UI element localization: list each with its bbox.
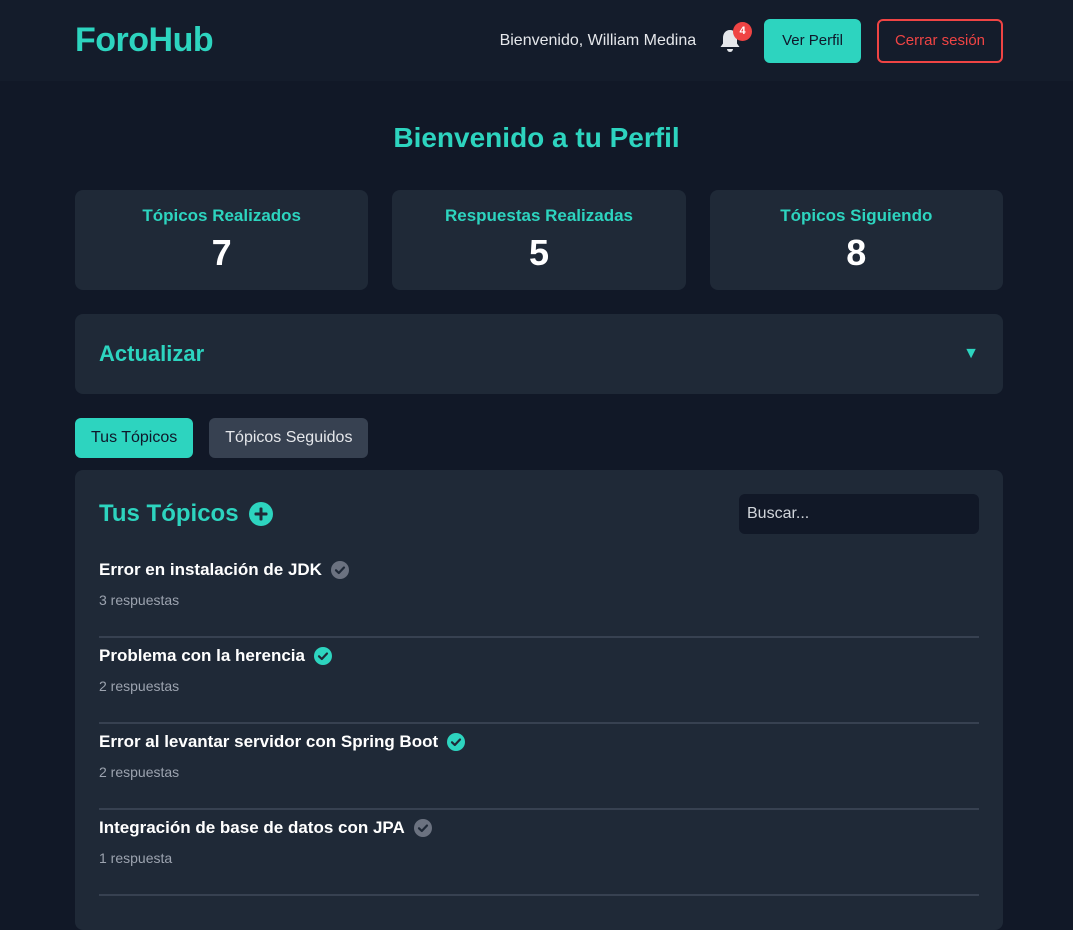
topics-header: Tus Tópicos bbox=[99, 494, 979, 534]
topic-tabs: Tus Tópicos Tópicos Seguidos bbox=[75, 418, 369, 458]
search-input[interactable] bbox=[739, 494, 979, 534]
topics-panel: Tus Tópicos Error en instalación de JDK … bbox=[75, 470, 1003, 930]
topic-reply-count: 1 respuesta bbox=[99, 850, 173, 866]
page-title: Bienvenido a tu Perfil bbox=[393, 122, 680, 153]
nav-actions: Bienvenido, William Medina 4 Ver Perfil … bbox=[499, 18, 1003, 63]
topics-title-wrap: Tus Tópicos bbox=[99, 500, 273, 528]
check-circle-icon bbox=[447, 733, 466, 751]
topic-title: Error en instalación de JDK bbox=[99, 560, 322, 579]
tab-my-topics[interactable]: Tus Tópicos bbox=[75, 418, 194, 458]
navbar: ForoHub Bienvenido, William Medina 4 Ver… bbox=[0, 0, 1073, 81]
list-item[interactable]: Error en instalación de JDK 3 respuestas bbox=[99, 552, 979, 638]
topic-reply-count: 2 respuestas bbox=[99, 764, 180, 780]
stat-value: 7 bbox=[211, 232, 232, 273]
topics-title: Tus Tópicos bbox=[99, 500, 239, 527]
stat-card-following: Tópicos Siguiendo 8 bbox=[709, 190, 1003, 290]
list-item[interactable]: Error al levantar servidor con Spring Bo… bbox=[99, 724, 979, 810]
topic-title: Integración de base de datos con JPA bbox=[99, 818, 405, 837]
topic-reply-count: 3 respuestas bbox=[99, 592, 180, 608]
topic-title-row: Problema con la herencia bbox=[99, 646, 979, 666]
list-item[interactable]: Integración de base de datos con JPA 1 r… bbox=[99, 810, 979, 896]
stat-label: Tópicos Siguiendo bbox=[780, 206, 933, 225]
topic-reply-count: 2 respuestas bbox=[99, 678, 180, 694]
topic-title-row: Error en instalación de JDK bbox=[99, 560, 979, 580]
tab-followed-topics[interactable]: Tópicos Seguidos bbox=[209, 418, 369, 458]
view-profile-button[interactable]: Ver Perfil bbox=[764, 18, 861, 63]
stat-card-topics: Tópicos Realizados 7 bbox=[75, 190, 369, 290]
stat-card-answers: Respuestas Realizadas 5 bbox=[392, 190, 686, 290]
update-title: Actualizar bbox=[99, 341, 205, 366]
topic-title: Problema con la herencia bbox=[99, 646, 305, 665]
stat-value: 5 bbox=[528, 232, 549, 273]
stat-label: Respuestas Realizadas bbox=[444, 206, 634, 225]
notification-badge: 4 bbox=[733, 21, 753, 41]
brand-logo[interactable]: ForoHub bbox=[75, 21, 214, 60]
topic-title-row: Integración de base de datos con JPA bbox=[99, 818, 979, 838]
check-circle-icon bbox=[313, 647, 332, 665]
update-accordion[interactable]: Actualizar ▼ bbox=[75, 314, 1003, 394]
topic-title: Error al levantar servidor con Spring Bo… bbox=[99, 732, 439, 751]
stats-row: Tópicos Realizados 7 Respuestas Realizad… bbox=[75, 190, 1003, 290]
notifications-button[interactable]: 4 bbox=[718, 21, 753, 54]
list-item[interactable]: Problema con la herencia 2 respuestas bbox=[99, 638, 979, 724]
check-circle-icon bbox=[330, 561, 349, 579]
plus-circle-icon[interactable] bbox=[248, 502, 273, 526]
stat-value: 8 bbox=[846, 232, 867, 273]
logout-button[interactable]: Cerrar sesión bbox=[876, 18, 1003, 63]
topic-list: Error en instalación de JDK 3 respuestas… bbox=[99, 552, 979, 896]
chevron-down-icon: ▼ bbox=[963, 345, 979, 362]
welcome-text: Bienvenido, William Medina bbox=[499, 31, 697, 49]
check-circle-icon bbox=[413, 819, 432, 837]
stat-label: Tópicos Realizados bbox=[142, 206, 302, 225]
topic-title-row: Error al levantar servidor con Spring Bo… bbox=[99, 732, 979, 752]
